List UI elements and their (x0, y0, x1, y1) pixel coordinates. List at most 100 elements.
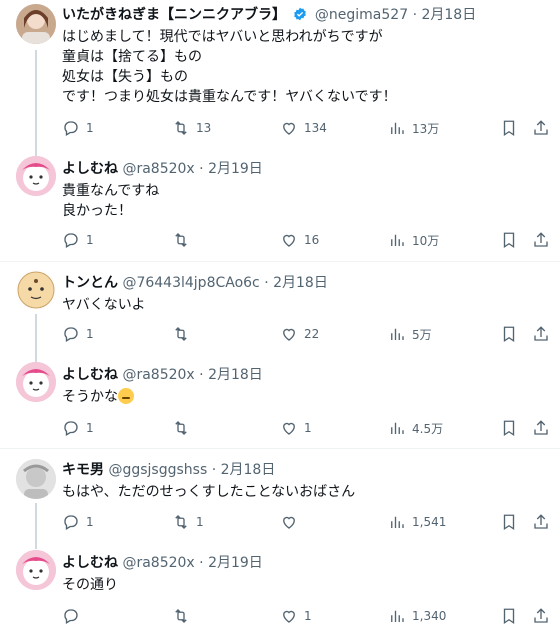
tweet-header: よしむね @ra8520x · 2月19日 (62, 161, 263, 177)
handle[interactable]: @ggsjsggshss (108, 462, 207, 478)
display-name[interactable]: トンとん (62, 275, 118, 291)
avatar[interactable] (16, 156, 56, 196)
retweet-icon (175, 121, 187, 135)
retweet-button[interactable]: 1 (172, 512, 204, 532)
like-button[interactable]: 22 (280, 324, 319, 344)
tweet-header: キモ男 @ggsjsggshss · 2月18日 (62, 462, 276, 478)
retweet-button[interactable] (172, 324, 196, 344)
retweet-icon (175, 515, 187, 529)
verified-badge-icon (294, 7, 307, 21)
reply-icon (64, 421, 78, 436)
timestamp[interactable]: 2月18日 (221, 462, 276, 478)
retweet-button[interactable] (172, 418, 196, 438)
timestamp[interactable]: 2月19日 (208, 555, 263, 571)
divider (0, 448, 560, 449)
bookmark-button[interactable] (500, 418, 518, 438)
share-icon (534, 326, 548, 341)
thread-line (35, 144, 37, 154)
reply-button[interactable] (62, 606, 86, 626)
views-button[interactable]: 13万 (388, 118, 439, 138)
tweet-text: もはや、ただのせっくすしたことないおばさん (62, 484, 356, 500)
views-icon (391, 328, 404, 340)
heart-icon (283, 516, 295, 529)
bookmark-icon (503, 514, 515, 531)
bookmark-button[interactable] (500, 606, 518, 626)
retweet-icon (175, 233, 187, 247)
bookmark-button[interactable] (500, 118, 518, 138)
share-button[interactable] (532, 512, 550, 532)
views-icon (391, 610, 404, 622)
views-button[interactable]: 1,541 (388, 512, 446, 532)
retweet-button[interactable] (172, 606, 196, 626)
timestamp[interactable]: 2月18日 (273, 275, 328, 291)
views-button[interactable]: 10万 (388, 230, 439, 250)
reply-icon (64, 609, 78, 624)
handle[interactable]: @ra8520x (122, 555, 194, 571)
heart-icon (283, 422, 295, 435)
handle[interactable]: @negima527 (315, 7, 408, 23)
reply-button[interactable]: 1 (62, 512, 94, 532)
tweet-text: その通り (62, 577, 118, 593)
avatar[interactable] (16, 550, 56, 590)
views-button[interactable]: 1,340 (388, 606, 446, 626)
handle[interactable]: @ra8520x (122, 367, 194, 383)
like-button[interactable]: 134 (280, 118, 327, 138)
reply-button[interactable]: 1 (62, 418, 94, 438)
heart-icon (283, 610, 295, 623)
like-button[interactable] (280, 512, 304, 532)
retweet-icon (175, 421, 187, 435)
share-button[interactable] (532, 324, 550, 344)
avatar[interactable] (16, 270, 56, 310)
bookmark-button[interactable] (500, 230, 518, 250)
share-button[interactable] (532, 606, 550, 626)
tweet-header: いたがきねぎま【ニンニクアブラ】 @negima527 · 2月18日 (62, 7, 477, 23)
reply-button[interactable]: 1 (62, 118, 94, 138)
tweet-text: ヤバくないよ (62, 297, 146, 313)
handle[interactable]: @76443l4jp8CAo6c (122, 275, 259, 291)
like-button[interactable]: 1 (280, 606, 312, 626)
action-bar: 1 16 10万 (62, 230, 552, 250)
display-name[interactable]: よしむね (62, 367, 118, 383)
display-name[interactable]: よしむね (62, 161, 118, 177)
timestamp[interactable]: 2月18日 (421, 7, 476, 23)
reply-icon (64, 121, 78, 136)
timestamp[interactable]: 2月18日 (208, 367, 263, 383)
bookmark-button[interactable] (500, 512, 518, 532)
tweet-text: そうかな (62, 387, 550, 407)
reply-icon (64, 515, 78, 530)
retweet-button[interactable]: 13 (172, 118, 211, 138)
share-icon (534, 514, 548, 529)
bookmark-icon (503, 232, 515, 249)
display-name[interactable]: キモ男 (62, 462, 104, 478)
share-icon (534, 232, 548, 247)
share-icon (534, 608, 548, 623)
views-button[interactable]: 4.5万 (388, 418, 443, 438)
avatar[interactable] (16, 4, 56, 44)
share-icon (534, 420, 548, 435)
handle[interactable]: @ra8520x (122, 161, 194, 177)
share-button[interactable] (532, 418, 550, 438)
avatar[interactable] (16, 362, 56, 402)
action-bar: 1 22 5万 (62, 324, 552, 344)
avatar[interactable] (16, 459, 56, 499)
views-button[interactable]: 5万 (388, 324, 432, 344)
timestamp[interactable]: 2月19日 (208, 161, 263, 177)
heart-icon (283, 234, 295, 247)
display-name[interactable]: よしむね (62, 555, 118, 571)
bookmark-button[interactable] (500, 324, 518, 344)
reply-button[interactable]: 1 (62, 324, 94, 344)
bookmark-icon (503, 120, 515, 137)
share-button[interactable] (532, 118, 550, 138)
bookmark-icon (503, 420, 515, 437)
tweet-header: トンとん @76443l4jp8CAo6c · 2月18日 (62, 275, 328, 291)
display-name[interactable]: いたがきねぎま【ニンニクアブラ】 (62, 7, 286, 23)
reply-button[interactable]: 1 (62, 230, 94, 250)
tweet-header: よしむね @ra8520x · 2月18日 (62, 367, 263, 383)
share-button[interactable] (532, 230, 550, 250)
share-icon (534, 120, 548, 135)
retweet-button[interactable] (172, 230, 196, 250)
like-button[interactable]: 16 (280, 230, 319, 250)
reply-icon (64, 233, 78, 248)
like-button[interactable]: 1 (280, 418, 312, 438)
views-icon (391, 234, 404, 246)
